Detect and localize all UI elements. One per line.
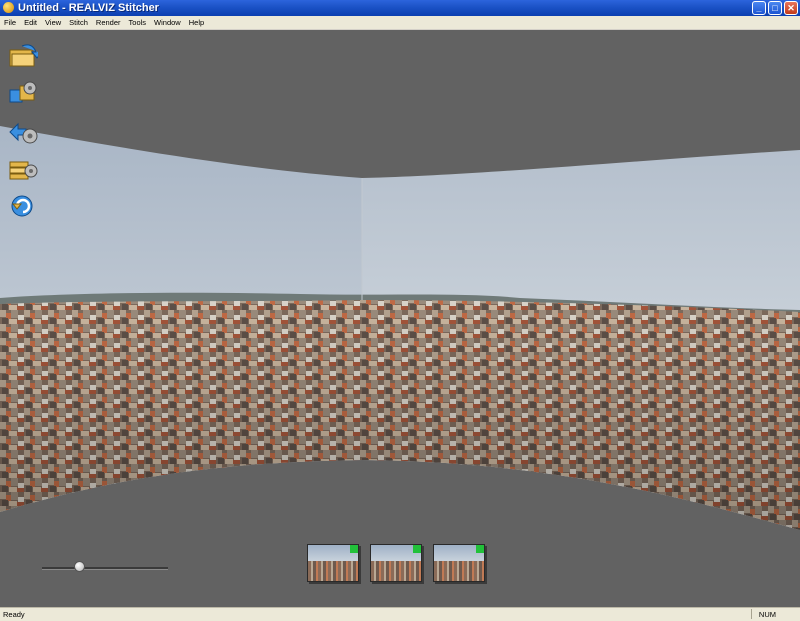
image-thumbnail-2[interactable] [370,544,422,582]
folder-arrow-icon [9,44,44,67]
add-images-button[interactable] [8,42,44,70]
thumbnail-city [434,561,484,581]
window-title: Untitled - REALVIZ Stitcher [18,2,159,14]
image-thumbnail-3[interactable] [433,544,485,582]
zoom-slider-track[interactable] [42,567,168,570]
menu-edit[interactable]: Edit [20,18,41,27]
stitched-indicator [476,545,484,553]
stitched-indicator [413,545,421,553]
undo-arrow-icon [11,195,33,217]
menu-help[interactable]: Help [185,18,208,27]
menu-tools[interactable]: Tools [125,18,151,27]
panorama-canvas[interactable] [0,30,800,607]
title-bar: Untitled - REALVIZ Stitcher _ □ ✕ [0,0,800,16]
minimize-button[interactable]: _ [752,1,766,15]
thumbnail-city [371,561,421,581]
render-button[interactable] [8,156,38,184]
menu-file[interactable]: File [0,18,20,27]
num-lock-indicator: NUM [758,610,776,619]
menu-window[interactable]: Window [150,18,185,27]
stack-gear-icon [9,161,38,180]
menu-view[interactable]: View [41,18,65,27]
image-thumbnail-1[interactable] [307,544,359,582]
stitched-indicator [350,545,358,553]
menu-stitch[interactable]: Stitch [65,18,92,27]
status-text: Ready [3,610,25,619]
puzzle-gear-icon [9,81,37,103]
status-bar: Ready NUM [0,607,800,621]
stitch-button[interactable] [8,80,38,108]
status-divider [751,609,752,619]
app-icon[interactable] [3,2,14,13]
undo-button[interactable] [8,192,38,220]
thumbnail-city [308,561,358,581]
stitch-workspace[interactable] [0,30,800,607]
panorama-shading [0,300,800,530]
arrows-gear-icon [9,122,38,144]
menu-bar: File Edit View Stitch Render Tools Windo… [0,16,800,30]
maximize-button[interactable]: □ [768,1,782,15]
menu-render[interactable]: Render [92,18,125,27]
close-button[interactable]: ✕ [784,1,798,15]
align-button[interactable] [8,118,38,146]
